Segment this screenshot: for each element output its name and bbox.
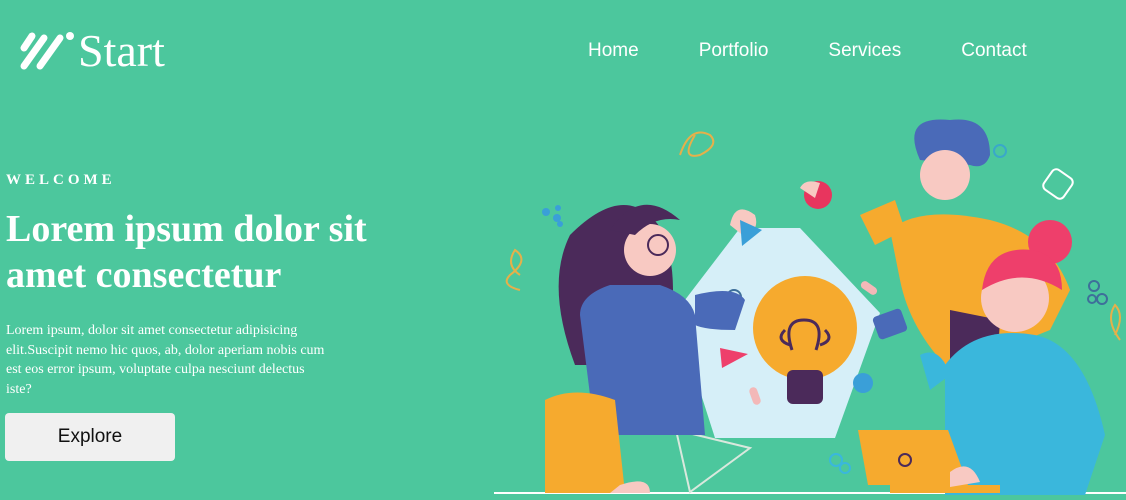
- brand-logo[interactable]: Start: [18, 26, 165, 76]
- main-nav: Home Portfolio Services Contact: [588, 40, 1087, 62]
- explore-button[interactable]: Explore: [5, 413, 175, 461]
- nav-home[interactable]: Home: [588, 40, 639, 62]
- hero-eyebrow: WELCOME: [6, 172, 116, 188]
- nav-portfolio[interactable]: Portfolio: [699, 40, 769, 62]
- stripes-logo-icon: [20, 32, 74, 70]
- nav-services[interactable]: Services: [828, 40, 901, 62]
- hero-title: Lorem ipsum dolor sit amet consectetur: [6, 208, 367, 296]
- nav-contact[interactable]: Contact: [961, 40, 1026, 62]
- team-idea-illustration: [494, 119, 1126, 495]
- hero-description: Lorem ipsum, dolor sit amet consectetur …: [6, 323, 325, 397]
- brand-name: Start: [78, 25, 165, 76]
